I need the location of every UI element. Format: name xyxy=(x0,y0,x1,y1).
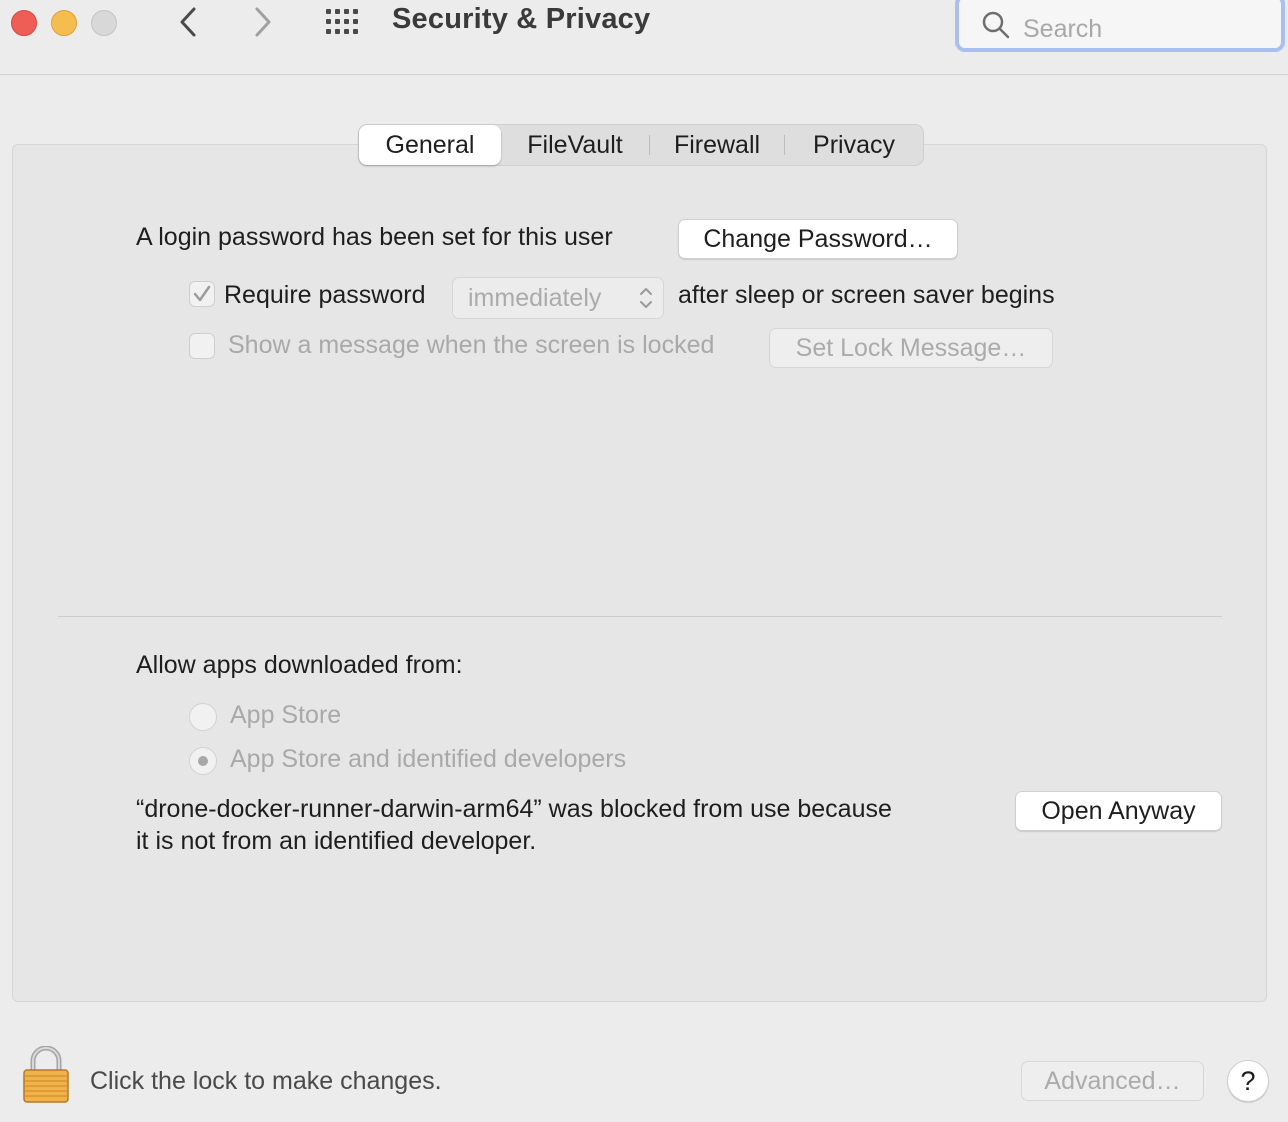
set-lock-message-button[interactable]: Set Lock Message… xyxy=(769,328,1053,368)
login-password-text: A login password has been set for this u… xyxy=(136,223,613,251)
close-button[interactable] xyxy=(11,10,37,36)
radio-app-store[interactable] xyxy=(189,703,217,731)
search-field[interactable] xyxy=(955,0,1285,52)
radio-app-store-identified-label: App Store and identified developers xyxy=(230,745,627,773)
lock-icon xyxy=(23,1045,69,1103)
blocked-message-line2: it is not from an identified developer. xyxy=(136,827,537,855)
forward-button[interactable] xyxy=(245,4,281,40)
updown-chevron-icon xyxy=(640,288,652,308)
require-password-label: Require password xyxy=(224,281,426,309)
blocked-message-line1: “drone-docker-runner-darwin-arm64” was b… xyxy=(136,795,892,823)
tab-bar: General FileVault Firewall Privacy xyxy=(358,124,924,166)
search-icon xyxy=(982,11,1010,39)
window-title: Security & Privacy xyxy=(392,3,651,35)
back-button[interactable] xyxy=(170,4,206,40)
lock-hint-text: Click the lock to make changes. xyxy=(90,1067,442,1095)
grid-icon xyxy=(326,9,358,34)
open-anyway-button[interactable]: Open Anyway xyxy=(1015,791,1222,831)
allow-apps-heading: Allow apps downloaded from: xyxy=(136,651,463,679)
show-all-button[interactable] xyxy=(324,7,364,37)
require-password-checkbox[interactable] xyxy=(189,281,215,307)
chevron-right-icon xyxy=(255,7,271,37)
radio-selected-dot xyxy=(198,756,208,766)
require-password-delay-select[interactable]: immediately xyxy=(452,277,664,319)
show-message-checkbox[interactable] xyxy=(189,333,215,359)
help-button[interactable]: ? xyxy=(1227,1060,1269,1102)
require-password-suffix: after sleep or screen saver begins xyxy=(678,281,1055,309)
select-value: immediately xyxy=(468,284,602,312)
tab-general[interactable]: General xyxy=(359,125,501,165)
zoom-button[interactable] xyxy=(91,10,117,36)
change-password-button[interactable]: Change Password… xyxy=(678,219,958,259)
chevron-left-icon xyxy=(180,7,196,37)
tab-firewall[interactable]: Firewall xyxy=(650,125,784,165)
search-input[interactable] xyxy=(1021,12,1265,46)
tab-filevault[interactable]: FileVault xyxy=(501,125,649,165)
content-panel xyxy=(12,144,1267,1002)
advanced-button[interactable]: Advanced… xyxy=(1021,1061,1204,1101)
checkmark-icon xyxy=(193,285,211,302)
minimize-button[interactable] xyxy=(51,10,77,36)
radio-app-store-label: App Store xyxy=(230,701,342,729)
show-message-label: Show a message when the screen is locked xyxy=(228,331,715,359)
radio-app-store-identified[interactable] xyxy=(189,747,217,775)
section-divider xyxy=(58,616,1222,617)
tab-privacy[interactable]: Privacy xyxy=(785,125,923,165)
title-bar: Security & Privacy xyxy=(0,0,1288,75)
lock-button[interactable] xyxy=(22,1045,70,1109)
